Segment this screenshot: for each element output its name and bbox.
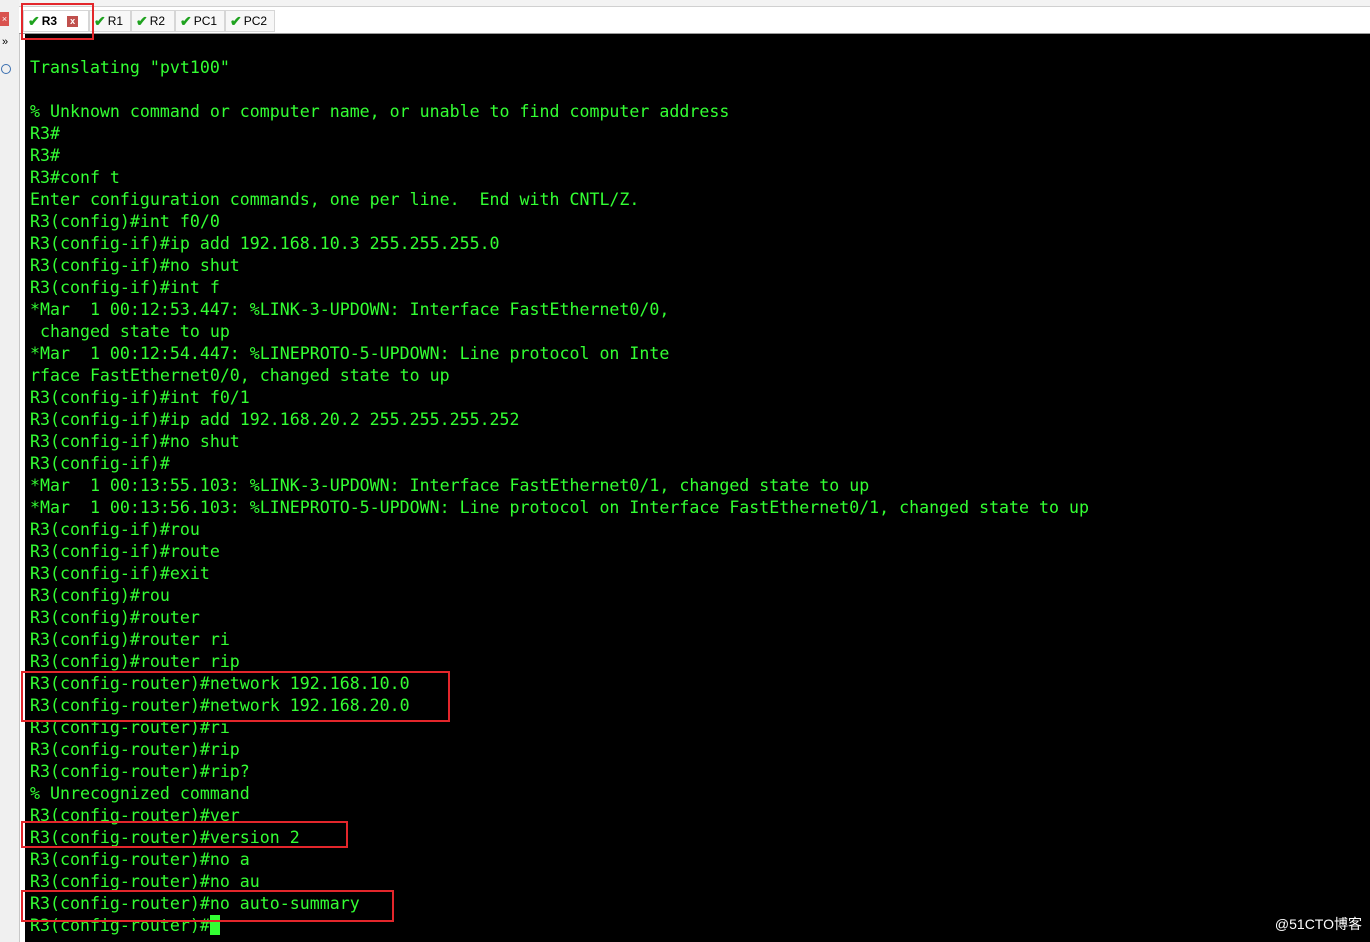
terminal-line: Translating "pvt100": [30, 58, 230, 77]
tab-pc1[interactable]: ✔ PC1: [175, 10, 225, 32]
terminal-line: R3(config)#router rip: [30, 652, 240, 671]
terminal-line: R3(config)#router: [30, 608, 200, 627]
terminal-line: R3(config-if)#ip add 192.168.10.3 255.25…: [30, 234, 500, 253]
check-icon: ✔: [94, 13, 106, 29]
terminal-line: R3(config)#rou: [30, 586, 170, 605]
terminal-line: R3(config-if)#rou: [30, 520, 200, 539]
tab-r2[interactable]: ✔ R2: [131, 10, 175, 32]
tab-label: PC1: [193, 14, 218, 28]
terminal-line: % Unrecognized command: [30, 784, 250, 803]
terminal-line: R3(config-router)#no a: [30, 850, 250, 869]
search-icon[interactable]: [1, 64, 11, 74]
terminal-line: R3#: [30, 146, 60, 165]
terminal-line: R3(config-router)#rip: [30, 740, 240, 759]
terminal-console[interactable]: Translating "pvt100" % Unknown command o…: [23, 34, 1370, 942]
tab-label: R2: [149, 14, 166, 28]
terminal-line: *Mar 1 00:12:53.447: %LINK-3-UPDOWN: Int…: [30, 300, 670, 319]
terminal-line: *Mar 1 00:12:54.447: %LINEPROTO-5-UPDOWN…: [30, 344, 670, 363]
tab-pc2[interactable]: ✔ PC2: [225, 10, 275, 32]
terminal-line: R3#: [30, 124, 60, 143]
terminal-line: *Mar 1 00:13:55.103: %LINK-3-UPDOWN: Int…: [30, 476, 870, 495]
terminal-line: R3(config-if)#route: [30, 542, 220, 561]
check-icon: ✔: [230, 13, 242, 29]
tab-label: R1: [107, 14, 124, 28]
check-icon: ✔: [136, 13, 148, 29]
watermark: @51CTO博客: [1274, 916, 1362, 932]
left-panel-strip: × »: [0, 0, 20, 942]
highlight-box-r3-tab: [21, 3, 94, 40]
terminal-line: R3(config-if)#exit: [30, 564, 210, 583]
terminal-line: R3(config)#int f0/0: [30, 212, 220, 231]
terminal-line: R3(config-if)#ip add 192.168.20.2 255.25…: [30, 410, 520, 429]
terminal-line: R3(config-if)#int f0/1: [30, 388, 250, 407]
terminal-line: Enter configuration commands, one per li…: [30, 190, 640, 209]
check-icon: ✔: [180, 13, 192, 29]
terminal-line: *Mar 1 00:13:56.103: %LINEPROTO-5-UPDOWN…: [30, 498, 1089, 517]
close-icon[interactable]: ×: [0, 12, 9, 26]
highlight-box-no-auto-summary: [21, 890, 394, 922]
terminal-line: changed state to up: [30, 322, 230, 341]
terminal-line: R3(config-if)#: [30, 454, 170, 473]
terminal-line: R3(config-if)#int f: [30, 278, 220, 297]
tab-label: PC2: [243, 14, 268, 28]
highlight-box-network-commands: [21, 671, 450, 722]
terminal-line: R3(config-if)#no shut: [30, 432, 240, 451]
session-tab-bar: ✔ R3 x ✔ R1 ✔ R2 ✔ PC1 ✔ PC2: [19, 7, 1370, 34]
tab-r1[interactable]: ✔ R1: [89, 10, 131, 32]
terminal-line: R3#conf t: [30, 168, 120, 187]
terminal-line: rface FastEthernet0/0, changed state to …: [30, 366, 450, 385]
double-chevron-icon[interactable]: »: [2, 36, 8, 48]
terminal-line: R3(config-router)#rip?: [30, 762, 250, 781]
highlight-box-version-2: [21, 821, 348, 848]
toolbar-strip: [19, 0, 1370, 7]
terminal-line: R3(config-if)#no shut: [30, 256, 240, 275]
terminal-line: R3(config)#router ri: [30, 630, 230, 649]
terminal-line: % Unknown command or computer name, or u…: [30, 102, 730, 121]
